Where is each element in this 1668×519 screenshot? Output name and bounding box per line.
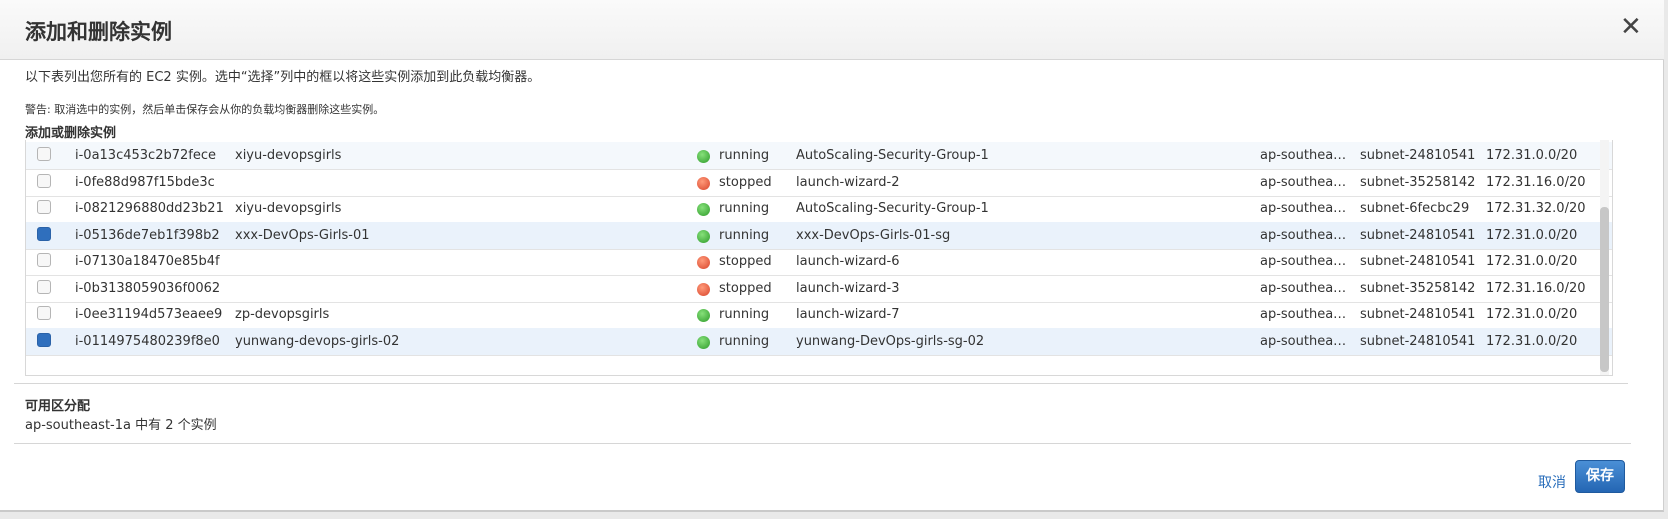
security-group: launch-wizard-2 [796, 174, 900, 190]
instance-id: i-07130a18470e85b4f [75, 254, 220, 269]
table-row[interactable]: i-0ee31194d573eaee9 zp-devopsgirls running… [26, 301, 1612, 329]
status-dot-icon [697, 203, 710, 216]
table-row[interactable]: i-0a13c453c2b72fece xiyu-devopsgirls runni… [26, 142, 1612, 170]
subnet-cidr: 172.31.16.0/20 [1486, 280, 1586, 296]
instance-name: xxx-DevOps-Girls-01 [235, 227, 370, 243]
availability-zone: ap-southea… [1260, 201, 1347, 216]
section-title: 添加或删除实例 [25, 126, 117, 141]
status-dot-icon [697, 150, 710, 163]
instance-state: stopped [719, 280, 772, 296]
subnet-cidr: 172.31.0.0/20 [1486, 227, 1578, 243]
instance-state: running [719, 148, 770, 163]
instance-name: zp-devopsgirls [235, 307, 330, 322]
instance-state: stopped [719, 174, 772, 190]
security-group: AutoScaling-Security-Group-1 [796, 201, 989, 216]
instance-name: yunwang-devops-girls-02 [235, 333, 400, 349]
select-checkbox[interactable] [37, 306, 51, 320]
instances-table: i-0a13c453c2b72fece xiyu-devopsgirls runni… [25, 140, 1613, 376]
instance-id: i-0fe88d987f15bde3c [75, 174, 215, 190]
subnet-id: subnet-35258142 [1360, 280, 1476, 296]
subnet-id: subnet-35258142 [1360, 174, 1476, 190]
security-group: AutoScaling-Security-Group-1 [796, 148, 989, 163]
security-group: launch-wizard-3 [796, 280, 900, 296]
subnet-id: subnet-6fecbc29 [1360, 201, 1470, 216]
divider [14, 383, 1628, 384]
intro-text: 以下表列出您所有的 EC2 实例。选中“选择”列中的框以将这些实例添加到此负载均… [25, 70, 541, 85]
security-group: xxx-DevOps-Girls-01-sg [796, 227, 951, 243]
availability-zone: ap-southea… [1260, 148, 1347, 163]
status-dot-icon [697, 256, 710, 269]
security-group: launch-wizard-7 [796, 307, 900, 322]
instance-id: i-0ee31194d573eaee9 [75, 307, 223, 322]
availability-zone: ap-southea… [1260, 254, 1347, 269]
instance-id: i-0821296880dd23b21 [75, 201, 224, 216]
instance-state: running [719, 333, 770, 349]
divider [14, 443, 1631, 444]
add-remove-instances-dialog: 添加和删除实例 ✕ 以下表列出您所有的 EC2 实例。选中“选择”列中的框以将这… [0, 0, 1664, 512]
instance-state: running [719, 201, 770, 216]
instance-id: i-0b3138059036f0062 [75, 280, 221, 296]
status-dot-icon [697, 335, 710, 349]
instance-id: i-05136de7eb1f398b2 [75, 227, 220, 243]
status-dot-icon [697, 176, 710, 190]
subnet-cidr: 172.31.16.0/20 [1486, 174, 1586, 190]
dialog-title: 添加和删除实例 [25, 20, 172, 44]
availability-zone: ap-southea… [1260, 280, 1347, 296]
select-checkbox[interactable] [37, 173, 51, 188]
az-distribution-text: ap-southeast-1a 中有 2 个实例 [25, 418, 217, 433]
warning-text: 警告: 取消选中的实例，然后单击保存会从你的负载均衡器删除这些实例。 [25, 103, 385, 116]
instance-id: i-0a13c453c2b72fece [75, 148, 216, 163]
subnet-cidr: 172.31.0.0/20 [1486, 254, 1578, 269]
subnet-id: subnet-24810541 [1360, 307, 1476, 322]
subnet-id: subnet-24810541 [1360, 333, 1476, 349]
subnet-cidr: 172.31.0.0/20 [1486, 148, 1578, 163]
az-distribution-title: 可用区分配 [25, 399, 91, 414]
close-icon[interactable]: ✕ [1620, 14, 1642, 40]
table-row[interactable]: i-0821296880dd23b21 xiyu-devopsgirls runni… [26, 195, 1612, 223]
select-checkbox[interactable] [37, 253, 51, 267]
select-checkbox[interactable] [37, 279, 51, 294]
instance-state: running [719, 227, 770, 243]
save-button[interactable]: 保存 [1575, 460, 1625, 493]
subnet-cidr: 172.31.0.0/20 [1486, 333, 1578, 349]
availability-zone: ap-southea… [1260, 333, 1347, 349]
select-checkbox[interactable] [37, 226, 51, 241]
instance-name: xiyu-devopsgirls [235, 148, 342, 163]
subnet-cidr: 172.31.32.0/20 [1486, 201, 1586, 216]
availability-zone: ap-southea… [1260, 307, 1347, 322]
subnet-cidr: 172.31.0.0/20 [1486, 307, 1578, 322]
table-row[interactable]: i-0b3138059036f0062 stopped launch-wizard-… [26, 275, 1612, 303]
cancel-button[interactable]: 取消 [1538, 472, 1566, 492]
status-dot-icon [697, 309, 710, 322]
status-dot-icon [697, 282, 710, 296]
instance-state: stopped [719, 254, 772, 269]
table-scrollbar-thumb[interactable] [1600, 207, 1609, 372]
availability-zone: ap-southea… [1260, 174, 1347, 190]
select-checkbox[interactable] [37, 200, 51, 214]
instance-state: running [719, 307, 770, 322]
security-group: launch-wizard-6 [796, 254, 900, 269]
subnet-id: subnet-24810541 [1360, 148, 1476, 163]
table-row[interactable]: i-07130a18470e85b4f stopped launch-wizard-… [26, 248, 1612, 276]
instance-name: xiyu-devopsgirls [235, 201, 342, 216]
dialog-header: 添加和删除实例 ✕ [0, 0, 1664, 60]
availability-zone: ap-southea… [1260, 227, 1347, 243]
select-checkbox[interactable] [37, 332, 51, 347]
status-dot-icon [697, 229, 710, 243]
instance-id: i-0114975480239f8e0 [75, 333, 220, 349]
table-row[interactable]: i-0114975480239f8e0 yunwang-devops-girls-… [26, 327, 1612, 356]
security-group: yunwang-DevOps-girls-sg-02 [796, 333, 985, 349]
select-checkbox[interactable] [37, 147, 51, 161]
subnet-id: subnet-24810541 [1360, 227, 1476, 243]
subnet-id: subnet-24810541 [1360, 254, 1476, 269]
table-row[interactable]: i-05136de7eb1f398b2 xxx-DevOps-Girls-01 ru… [26, 221, 1612, 250]
table-row[interactable]: i-0fe88d987f15bde3c stopped launch-wizard-… [26, 169, 1612, 197]
